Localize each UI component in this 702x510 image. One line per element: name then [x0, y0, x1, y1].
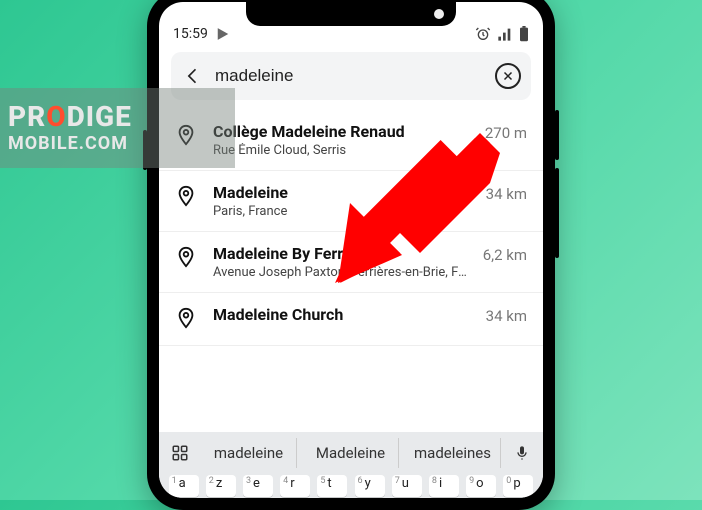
- keyboard-key[interactable]: 2z: [206, 475, 236, 497]
- result-subtitle: Avenue Joseph Paxton, Ferrières-en-Brie,…: [213, 265, 469, 280]
- battery-icon: [519, 26, 529, 42]
- play-store-icon: [216, 27, 230, 41]
- watermark-text: DIGE: [67, 100, 132, 133]
- apps-grid-icon[interactable]: [165, 438, 195, 468]
- keyboard-top-row: 1a 2z 3e 4r 5t 6y 7u 8i 9o 0p: [159, 474, 543, 498]
- search-result-item[interactable]: Madeleine Church 34 km: [159, 293, 543, 346]
- keyboard-suggestion-bar: madeleine Madeleine madeleines: [159, 432, 543, 474]
- result-title: Madeleine: [213, 183, 472, 202]
- search-result-item[interactable]: Madeleine By Ferrières Avenue Joseph Pax…: [159, 232, 543, 293]
- alarm-icon: [475, 26, 491, 42]
- signal-icon: [497, 27, 513, 41]
- keyboard-key[interactable]: 8i: [429, 475, 459, 497]
- search-results: Collège Madeleine Renaud Rue Émile Cloud…: [159, 100, 543, 346]
- suggestion-item[interactable]: madeleines: [405, 438, 501, 468]
- keyboard-key[interactable]: 4r: [280, 475, 310, 497]
- result-subtitle: Rue Émile Cloud, Serris: [213, 143, 471, 158]
- phone-notch: [246, 2, 456, 26]
- result-title: Madeleine By Ferrières: [213, 244, 469, 263]
- suggestion-item[interactable]: Madeleine: [303, 438, 399, 468]
- location-pin-icon: [175, 307, 199, 333]
- location-pin-icon: [175, 185, 199, 211]
- microphone-icon[interactable]: [507, 438, 537, 468]
- phone-side-button: [555, 168, 559, 258]
- suggestion-item[interactable]: madeleine: [201, 438, 297, 468]
- location-pin-icon: [175, 246, 199, 272]
- result-title: Collège Madeleine Renaud: [213, 122, 471, 141]
- search-result-item[interactable]: Madeleine Paris, France 34 km: [159, 171, 543, 232]
- search-result-item[interactable]: Collège Madeleine Renaud Rue Émile Cloud…: [159, 110, 543, 171]
- result-distance: 34 km: [486, 185, 527, 203]
- keyboard-key[interactable]: 3e: [243, 475, 273, 497]
- status-time: 15:59: [173, 26, 208, 42]
- result-subtitle: Paris, France: [213, 204, 472, 219]
- keyboard-key[interactable]: 1a: [169, 475, 199, 497]
- phone-screen: 15:59: [159, 2, 543, 498]
- result-distance: 6,2 km: [483, 246, 527, 264]
- keyboard-key[interactable]: 9o: [466, 475, 496, 497]
- result-distance: 34 km: [486, 307, 527, 325]
- watermark-text: PR: [8, 100, 46, 133]
- phone-frame: 15:59: [147, 0, 555, 510]
- clear-search-button[interactable]: [495, 63, 521, 89]
- keyboard-key[interactable]: 7u: [392, 475, 422, 497]
- watermark-o: O: [46, 100, 66, 133]
- search-bar: [171, 52, 531, 100]
- location-pin-icon: [175, 124, 199, 150]
- keyboard-key[interactable]: 5t: [317, 475, 347, 497]
- result-title: Madeleine Church: [213, 305, 472, 324]
- result-distance: 270 m: [485, 124, 527, 142]
- search-input[interactable]: [215, 66, 485, 86]
- keyboard-key[interactable]: 6y: [355, 475, 385, 497]
- phone-side-button: [555, 110, 559, 160]
- phone-side-button: [143, 130, 147, 170]
- back-button[interactable]: [181, 64, 205, 88]
- keyboard-key[interactable]: 0p: [503, 475, 533, 497]
